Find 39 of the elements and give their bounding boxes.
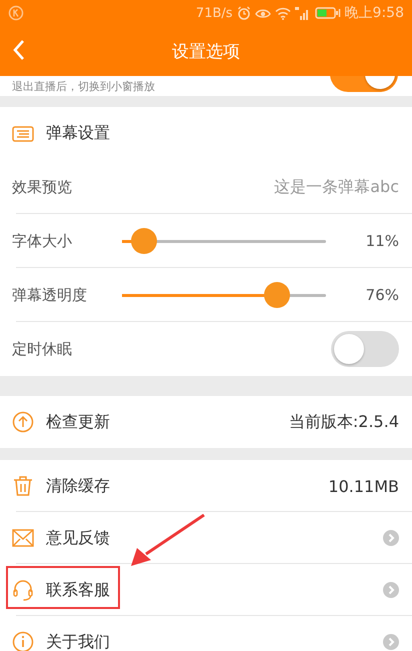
slider[interactable] (122, 282, 326, 308)
envelope-icon (12, 529, 34, 547)
slider-thumb[interactable] (264, 282, 290, 308)
menu-item[interactable]: 意见反馈 (46, 528, 110, 548)
setting-description: 退出直播后，切换到小窗播放 (12, 78, 155, 94)
eye-icon (254, 7, 271, 19)
menu-item[interactable]: 关于我们 (46, 632, 110, 651)
setting-label: 弹幕透明度 (12, 286, 88, 304)
battery-icon (314, 7, 341, 19)
setting-label: 字体大小 (12, 232, 73, 250)
cache-size: 10.11MB (328, 476, 399, 496)
network-speed: 71B/s (196, 6, 233, 20)
alarm-icon (236, 6, 251, 20)
page-title: 设置选项 (172, 40, 240, 62)
setting-label: 效果预览 (12, 178, 73, 196)
back-icon (12, 39, 26, 61)
check-update-item[interactable]: 检查更新 (46, 412, 110, 432)
wifi-icon (274, 6, 291, 20)
app-notification-icon (8, 5, 24, 21)
menu-item[interactable]: 联系客服 (46, 580, 110, 600)
chevron-icon (383, 582, 399, 598)
setting-value: 这是一条弹幕abc (274, 176, 399, 198)
section-title: 弹幕设置 (46, 123, 110, 144)
version-text: 当前版本:2.5.4 (288, 412, 399, 432)
clock-time: 晚上9:58 (344, 4, 404, 22)
chevron-icon (383, 530, 399, 546)
toggle-switch[interactable] (331, 331, 399, 367)
info-icon (12, 631, 34, 651)
slider-reading: 76% (364, 286, 399, 304)
menu-item[interactable]: 清除缓存 (46, 476, 110, 496)
up-arrow-circle-icon (12, 411, 34, 433)
signal-icon (294, 6, 311, 20)
slider[interactable] (122, 228, 326, 254)
headset-icon (12, 579, 34, 601)
slider-thumb[interactable] (131, 228, 158, 254)
setting-label: 定时休眠 (12, 340, 73, 358)
trash-icon (12, 475, 34, 497)
list-icon (12, 126, 34, 142)
slider-reading: 11% (364, 232, 399, 250)
